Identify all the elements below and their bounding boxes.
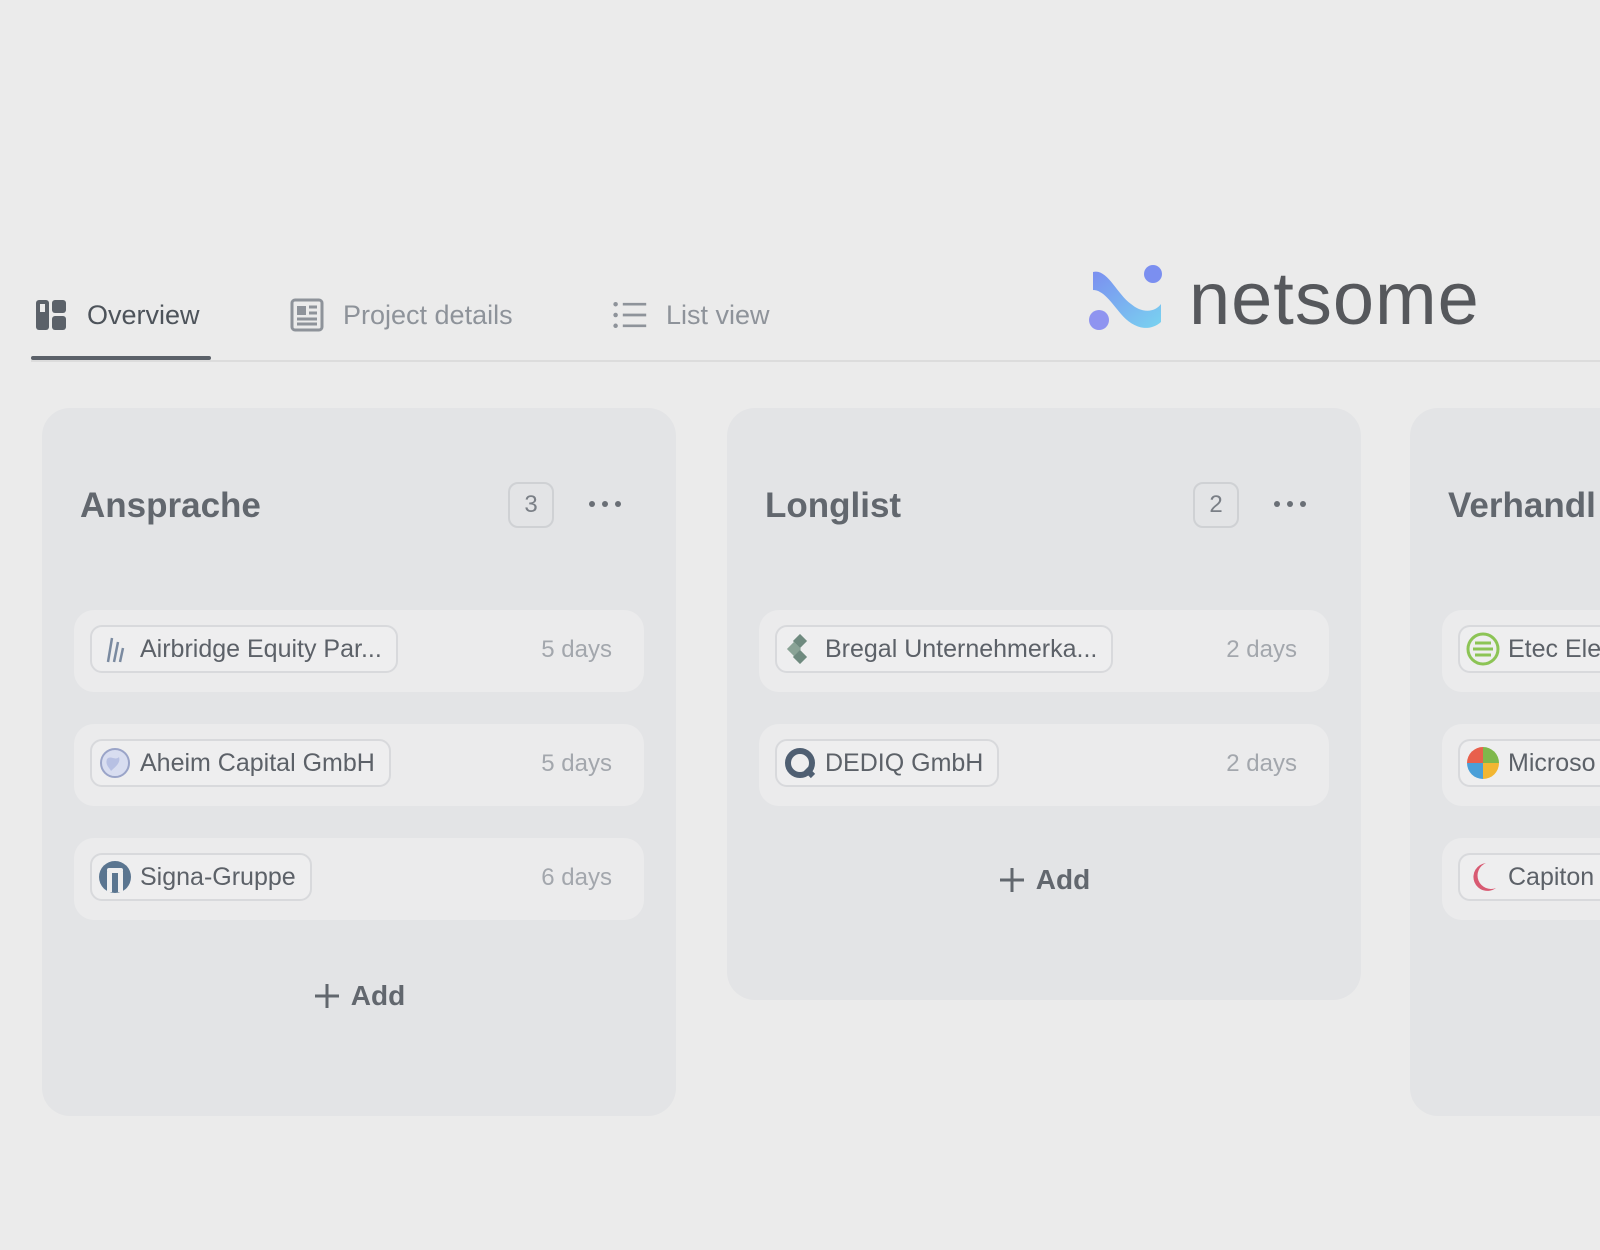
company-name: Capiton <box>1508 862 1595 891</box>
airbridge-logo-icon <box>98 632 132 666</box>
list-item[interactable]: DEDIQ GmbH 2 days <box>759 724 1329 806</box>
company-name: Bregal Unternehmerka... <box>825 634 1098 663</box>
add-card-button[interactable]: Add <box>727 864 1361 896</box>
microsoft-logo-icon <box>1466 746 1500 780</box>
list-item[interactable]: Microso <box>1442 724 1600 806</box>
card-age: 2 days <box>1226 750 1297 777</box>
add-card-button[interactable]: Add <box>42 980 676 1012</box>
column-title: Verhandl <box>1448 486 1596 525</box>
card-age: 6 days <box>541 864 612 891</box>
list-item[interactable]: Aheim Capital GmbH 5 days <box>74 724 644 806</box>
list-item[interactable]: Capiton <box>1442 838 1600 920</box>
company-name: Microso <box>1508 748 1596 777</box>
company-name: Aheim Capital GmbH <box>140 748 375 777</box>
plus-icon <box>998 866 1026 894</box>
company-chip[interactable]: Bregal Unternehmerka... <box>775 625 1114 673</box>
company-name: Airbridge Equity Par... <box>140 634 382 663</box>
column-title: Longlist <box>765 486 902 525</box>
dashboard-icon <box>33 297 69 333</box>
list-icon <box>612 297 648 333</box>
company-chip[interactable]: Airbridge Equity Par... <box>90 625 398 673</box>
card-age: 2 days <box>1226 636 1297 663</box>
more-options-icon[interactable] <box>580 488 630 520</box>
plus-icon <box>313 982 341 1010</box>
tab-list-view[interactable]: List view <box>612 290 770 340</box>
list-item[interactable]: Airbridge Equity Par... 5 days <box>74 610 644 692</box>
more-options-icon[interactable] <box>1265 488 1315 520</box>
bregal-logo-icon <box>783 632 817 666</box>
etec-logo-icon <box>1466 632 1500 666</box>
pipeline-column-ansprache: Ansprache 3 Airbridge Equity Par... 5 da… <box>42 408 676 1116</box>
add-label: Add <box>1035 864 1091 895</box>
column-title: Ansprache <box>80 486 261 525</box>
card-age: 5 days <box>541 750 612 777</box>
brand-logo: netsome <box>1087 262 1480 336</box>
company-chip[interactable]: Capiton <box>1458 853 1600 901</box>
globe-logo-icon <box>98 746 132 780</box>
pipeline-column-longlist: Longlist 2 Bregal Unternehmerka... 2 day… <box>727 408 1361 1000</box>
column-count-badge: 3 <box>508 482 554 528</box>
tab-list-view-label: List view <box>666 299 770 330</box>
add-label: Add <box>350 980 406 1011</box>
company-chip[interactable]: Aheim Capital GmbH <box>90 739 391 787</box>
tab-project-details-label: Project details <box>343 299 513 330</box>
company-chip[interactable]: DEDIQ GmbH <box>775 739 1000 787</box>
company-name: Signa-Gruppe <box>140 862 296 891</box>
company-name: DEDIQ GmbH <box>825 748 984 777</box>
tab-overview-label: Overview <box>87 299 200 330</box>
dediq-logo-icon <box>783 746 817 780</box>
tab-overview[interactable]: Overview <box>33 290 200 340</box>
list-item[interactable]: Etec Ele <box>1442 610 1600 692</box>
active-tab-indicator <box>31 356 211 360</box>
pipeline-column-verhandl: Verhandl Etec Ele Microso Capiton <box>1410 408 1600 1116</box>
column-count-badge: 2 <box>1193 482 1239 528</box>
list-item[interactable]: Bregal Unternehmerka... 2 days <box>759 610 1329 692</box>
company-chip[interactable]: Microso <box>1458 739 1600 787</box>
netsome-logo-icon <box>1089 265 1162 330</box>
brand-name: netsome <box>1189 257 1480 340</box>
company-name: Etec Ele <box>1508 634 1600 663</box>
tab-project-details[interactable]: Project details <box>289 290 513 340</box>
company-chip[interactable]: Etec Ele <box>1458 625 1600 673</box>
list-item[interactable]: Signa-Gruppe 6 days <box>74 838 644 920</box>
signa-logo-icon <box>98 860 132 894</box>
company-chip[interactable]: Signa-Gruppe <box>90 853 312 901</box>
card-age: 5 days <box>541 636 612 663</box>
capiton-logo-icon <box>1466 860 1500 894</box>
document-icon <box>289 297 325 333</box>
